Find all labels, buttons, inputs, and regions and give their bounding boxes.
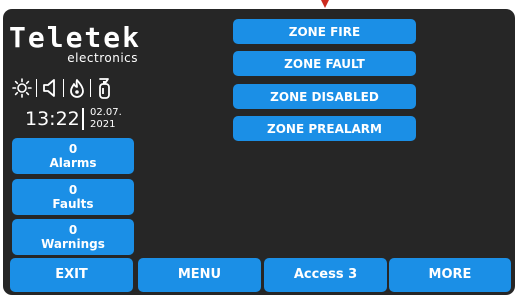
zone-fire-button[interactable]: ZONE FIRE	[233, 19, 416, 44]
panel-screen: Teletek electronics 13:22 02.07. 2021 0 …	[3, 9, 515, 295]
zone-fault-button[interactable]: ZONE FAULT	[233, 51, 416, 76]
icon-divider	[63, 79, 64, 97]
faults-label: Faults	[52, 197, 94, 211]
warnings-count: 0	[68, 223, 78, 237]
clock-date: 02.07. 2021	[90, 107, 122, 131]
teletek-logo: Teletek	[9, 21, 142, 54]
icon-divider	[36, 79, 37, 97]
logo-tagline: electronics	[67, 51, 138, 65]
zone-prealarm-button[interactable]: ZONE PREALARM	[233, 116, 416, 141]
flame-icon	[68, 78, 86, 98]
warnings-button[interactable]: 0 Warnings	[12, 219, 134, 255]
more-button[interactable]: MORE	[389, 258, 511, 292]
alarms-button[interactable]: 0 Alarms	[12, 138, 134, 174]
faults-button[interactable]: 0 Faults	[12, 179, 134, 215]
alarms-count: 0	[68, 142, 78, 156]
sun-icon	[12, 78, 32, 98]
clock-date-day-month: 02.07.	[90, 107, 122, 118]
faults-count: 0	[68, 183, 78, 197]
warnings-label: Warnings	[41, 237, 105, 251]
status-icons	[12, 76, 113, 100]
clock-date-year: 2021	[90, 119, 116, 130]
extinguisher-icon	[95, 77, 113, 99]
exit-button[interactable]: EXIT	[10, 258, 133, 292]
red-marker-arrow	[321, 0, 329, 8]
alarms-label: Alarms	[49, 156, 97, 170]
access-level-button[interactable]: Access 3	[264, 258, 387, 292]
menu-button[interactable]: MENU	[138, 258, 261, 292]
zone-disabled-button[interactable]: ZONE DISABLED	[233, 84, 416, 109]
speaker-icon	[41, 78, 59, 98]
clock-divider	[82, 108, 84, 130]
icon-divider	[90, 79, 91, 97]
clock-time: 13:22	[25, 108, 80, 130]
